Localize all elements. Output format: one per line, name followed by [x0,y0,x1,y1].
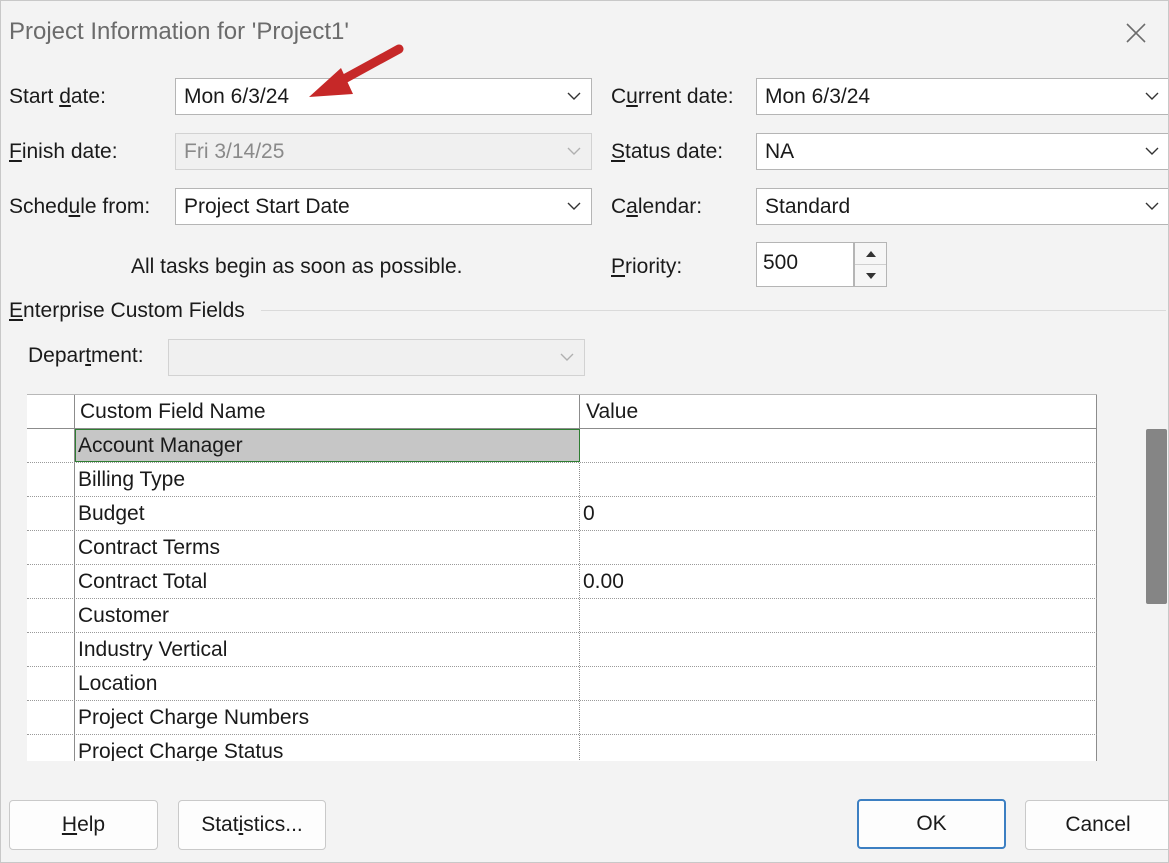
row-selector[interactable] [27,429,75,462]
row-header-corner [27,395,75,428]
field-value-cell[interactable] [580,735,1097,761]
field-value-cell[interactable]: 0.00 [580,565,1097,598]
table-row[interactable]: Contract Total 0.00 [27,565,1097,599]
row-selector[interactable] [27,497,75,530]
schedule-note: All tasks begin as soon as possible. [131,255,463,278]
department-label: Department: [28,344,144,367]
chevron-down-icon[interactable] [1145,201,1159,211]
field-name-cell[interactable]: Contract Terms [75,531,580,564]
calendar-value: Standard [765,195,851,218]
column-header-value[interactable]: Value [580,395,1097,428]
start-date-label: Start date: [9,85,106,108]
annotation-arrow-icon [309,44,404,97]
title-bar: Project Information for 'Project1' [1,1,1168,63]
row-selector[interactable] [27,667,75,700]
chevron-down-icon[interactable] [567,91,581,101]
spin-down-icon [865,272,876,279]
field-name-cell[interactable]: Location [75,667,580,700]
column-header-name[interactable]: Custom Field Name [75,395,580,428]
chevron-down-icon[interactable] [567,201,581,211]
status-date-value: NA [765,140,795,163]
row-selector[interactable] [27,565,75,598]
field-value-cell[interactable] [580,633,1097,666]
calendar-label: Calendar: [611,195,703,218]
department-combo [168,339,585,376]
field-name-cell[interactable]: Contract Total [75,565,580,598]
table-row[interactable]: Budget 0 [27,497,1097,531]
status-date-label: Status date: [611,140,724,163]
calendar-combo[interactable]: Standard [756,188,1168,225]
field-value-cell[interactable] [580,667,1097,700]
section-divider [261,310,1166,311]
close-icon [1126,23,1146,43]
row-selector[interactable] [27,531,75,564]
priority-input[interactable]: 500 [756,242,854,287]
field-name-cell[interactable]: Account Manager [75,429,580,462]
row-selector[interactable] [27,735,75,761]
field-value-cell[interactable]: 0 [580,497,1097,530]
field-name-cell[interactable]: Industry Vertical [75,633,580,666]
table-row[interactable]: Billing Type [27,463,1097,497]
help-button[interactable]: Help [9,800,158,850]
status-date-combo[interactable]: NA [756,133,1168,170]
dialog-title: Project Information for 'Project1' [9,18,349,45]
table-row[interactable]: Customer [27,599,1097,633]
field-name-cell[interactable]: Budget [75,497,580,530]
finish-date-label: Finish date: [9,140,118,163]
statistics-button[interactable]: Stat i stics... [178,800,326,850]
field-value-cell[interactable] [580,599,1097,632]
row-selector[interactable] [27,701,75,734]
custom-fields-grid: Custom Field Name Value Account Manager … [27,394,1097,761]
table-row[interactable]: Project Charge Status [27,735,1097,761]
current-date-combo[interactable]: Mon 6/3/24 [756,78,1168,115]
current-date-value: Mon 6/3/24 [765,85,871,108]
priority-increment-button[interactable] [855,243,886,265]
row-selector[interactable] [27,599,75,632]
grid-header: Custom Field Name Value [27,395,1097,429]
finish-date-combo: Fri 3/14/25 [175,133,592,170]
spin-up-icon [865,250,876,257]
table-row[interactable]: Location [27,667,1097,701]
table-row[interactable]: Contract Terms [27,531,1097,565]
chevron-down-icon [560,353,574,361]
chevron-down-icon [567,147,581,155]
chevron-down-icon[interactable] [1145,91,1159,101]
priority-spinner [854,242,887,287]
row-selector[interactable] [27,463,75,496]
start-date-value: Mon 6/3/24 [184,85,290,108]
field-value-cell[interactable] [580,463,1097,496]
field-value-cell[interactable] [580,701,1097,734]
schedule-from-label: Schedule from: [9,195,151,218]
priority-decrement-button[interactable] [855,265,886,286]
field-name-cell[interactable]: Project Charge Status [75,735,580,761]
field-value-cell[interactable] [580,531,1097,564]
current-date-label: Current date: [611,85,734,108]
schedule-from-value: Project Start Date [184,195,350,218]
grid-scrollbar-thumb[interactable] [1146,429,1167,604]
field-name-cell[interactable]: Billing Type [75,463,580,496]
field-name-cell[interactable]: Customer [75,599,580,632]
table-row[interactable]: Project Charge Numbers [27,701,1097,735]
finish-date-value: Fri 3/14/25 [184,140,285,163]
field-name-cell[interactable]: Project Charge Numbers [75,701,580,734]
schedule-from-combo[interactable]: Project Start Date [175,188,592,225]
ok-button[interactable]: OK [857,799,1006,849]
project-information-dialog: Project Information for 'Project1' Start… [0,0,1169,863]
cancel-button[interactable]: Cancel [1025,800,1168,850]
close-button[interactable] [1114,11,1158,55]
row-selector[interactable] [27,633,75,666]
chevron-down-icon[interactable] [1145,146,1159,156]
enterprise-section-title: Enterprise Custom Fields [9,299,245,322]
priority-label: Priority: [611,255,683,278]
table-row[interactable]: Industry Vertical [27,633,1097,667]
table-row[interactable]: Account Manager [27,429,1097,463]
field-value-cell[interactable] [580,429,1097,462]
